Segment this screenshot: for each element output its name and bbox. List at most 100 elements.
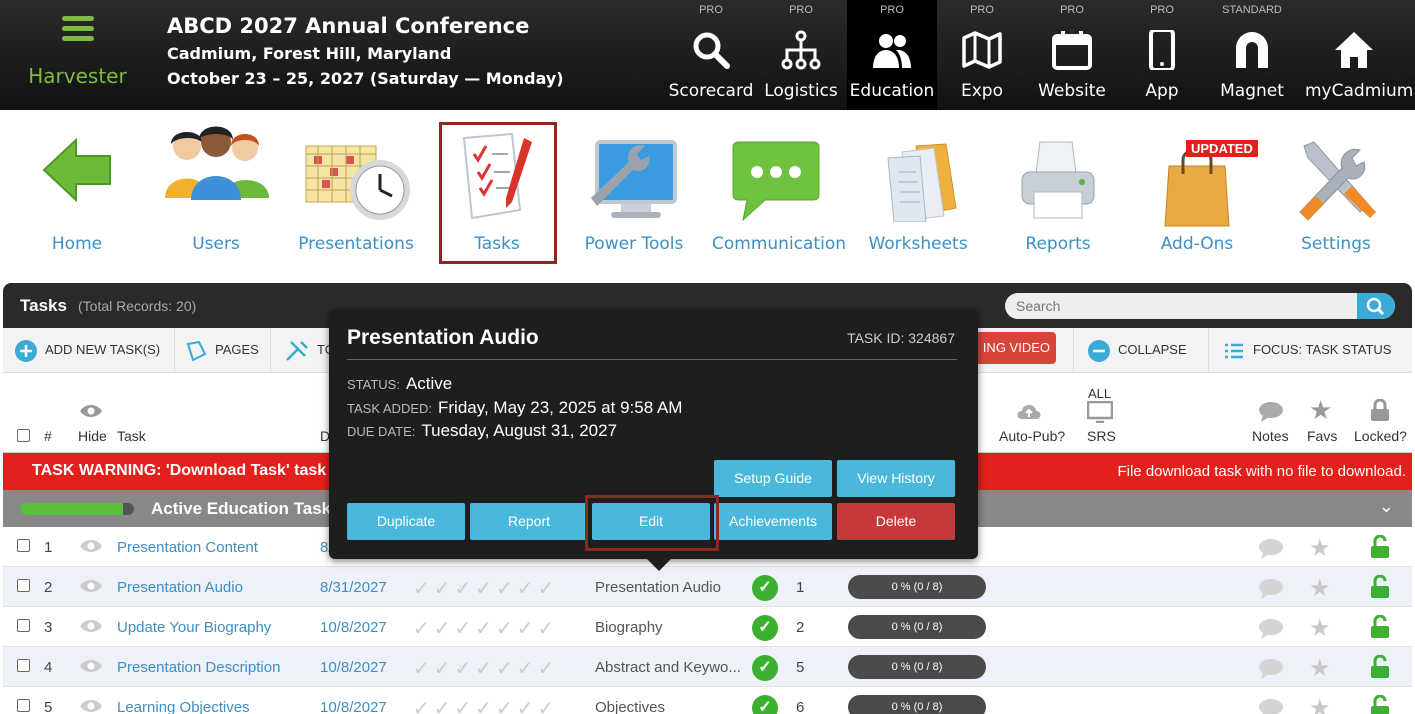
nav-users[interactable]: Users	[160, 110, 272, 280]
task-name-link[interactable]: Presentation Audio	[117, 579, 243, 596]
due-date-link[interactable]: 10/8/2027	[320, 699, 387, 714]
comment-icon[interactable]	[1258, 618, 1284, 640]
module-expo[interactable]: PRO Expo	[937, 0, 1027, 110]
comment-icon[interactable]	[1258, 698, 1284, 714]
setup-guide-button[interactable]: Setup Guide	[714, 460, 832, 497]
task-name-link[interactable]: Learning Objectives	[117, 699, 250, 714]
nav-reports[interactable]: Reports	[1002, 110, 1114, 280]
module-label: Education	[849, 81, 935, 101]
module-education[interactable]: PRO Education	[847, 0, 937, 110]
module-app[interactable]: PRO App	[1117, 0, 1207, 110]
warning-text: TASK WARNING: 'Download Task' task ('	[32, 462, 340, 479]
progress-pill: 0 % (0 / 8)	[848, 695, 986, 714]
unlock-icon[interactable]	[1370, 695, 1390, 714]
delete-button[interactable]: Delete	[837, 503, 955, 540]
nav-worksheets[interactable]: Worksheets	[862, 110, 974, 280]
star-icon[interactable]: ★	[1309, 574, 1331, 603]
tools-button[interactable]: TO	[285, 328, 335, 372]
task-name-link[interactable]: Presentation Description	[117, 659, 280, 676]
report-button[interactable]: Report	[470, 503, 588, 540]
module-website[interactable]: PRO Website	[1027, 0, 1117, 110]
search-box	[1005, 293, 1395, 319]
module-label: App	[1145, 81, 1179, 101]
due-date-link[interactable]: 10/8/2027	[320, 659, 387, 676]
col-srs[interactable]: SRS	[1087, 428, 1116, 444]
tier-label: PRO	[1060, 4, 1084, 16]
progress-pill: 0 % (0 / 8)	[848, 615, 986, 639]
page-name: Presentation Audio	[595, 579, 721, 596]
star-icon[interactable]: ★	[1309, 614, 1331, 643]
search-input[interactable]	[1005, 293, 1345, 319]
row-checkbox[interactable]	[17, 539, 30, 552]
training-video-button[interactable]: ING VIDEO	[968, 332, 1056, 364]
unlock-icon[interactable]	[1370, 535, 1390, 559]
module-magnet[interactable]: STANDARD Magnet	[1207, 0, 1297, 110]
star-icon[interactable]: ★	[1309, 534, 1331, 563]
nav-settings[interactable]: Settings	[1282, 110, 1390, 280]
col-notes[interactable]: Notes	[1252, 428, 1289, 444]
select-all-checkbox[interactable]	[17, 429, 30, 442]
unlock-icon[interactable]	[1370, 615, 1390, 639]
star-icon[interactable]: ★	[1309, 694, 1331, 714]
tools-icon	[286, 340, 308, 361]
col-task[interactable]: Task	[117, 428, 146, 444]
col-locked[interactable]: Locked?	[1354, 428, 1407, 444]
row-checkbox[interactable]	[17, 619, 30, 632]
eye-icon[interactable]	[79, 658, 103, 674]
row-number: 5	[44, 699, 53, 714]
table-row[interactable]: 4 Presentation Description 10/8/2027 ✓✓✓✓✓✓…	[3, 647, 1412, 687]
table-row[interactable]: 5 Learning Objectives 10/8/2027 ✓✓✓✓✓✓✓ Obje…	[3, 687, 1412, 714]
col-favs[interactable]: Favs	[1307, 428, 1337, 444]
due-date-link[interactable]: 8/31/2027	[320, 579, 387, 596]
due-date-link[interactable]: 10/8/2027	[320, 619, 387, 636]
comment-icon[interactable]	[1258, 578, 1284, 600]
add-new-task-button[interactable]: ADD NEW TASK(S)	[15, 328, 175, 372]
duplicate-button[interactable]: Duplicate	[347, 503, 465, 540]
unlock-icon[interactable]	[1370, 655, 1390, 679]
updated-badge: UPDATED	[1186, 140, 1258, 157]
unlock-icon[interactable]	[1370, 575, 1390, 599]
achievements-button[interactable]: Achievements	[714, 503, 832, 540]
plus-circle-icon	[15, 339, 37, 362]
nav-label: Home	[51, 234, 103, 254]
hamburger-icon[interactable]	[62, 16, 94, 46]
eye-icon[interactable]	[79, 618, 103, 634]
app-name: Harvester	[28, 64, 127, 88]
nav-add-ons[interactable]: UPDATED Add-Ons	[1146, 110, 1258, 280]
row-checkbox[interactable]	[17, 659, 30, 672]
module-mycadmium[interactable]: myCadmium	[1305, 0, 1413, 110]
table-row[interactable]: 2 Presentation Audio 8/31/2027 ✓✓✓✓✓✓✓ Prese…	[3, 567, 1412, 607]
nav-presentations[interactable]: Presentations	[295, 110, 417, 280]
col-autopub[interactable]: Auto-Pub?	[999, 428, 1065, 444]
harvester-menu[interactable]: Harvester	[0, 0, 155, 110]
task-name-link[interactable]: Update Your Biography	[117, 619, 271, 636]
eye-icon[interactable]	[79, 578, 103, 594]
conference-dates: October 23 – 25, 2027 (Saturday — Monday…	[167, 69, 564, 88]
row-checkbox[interactable]	[17, 579, 30, 592]
eye-icon[interactable]	[79, 538, 103, 554]
row-checkbox[interactable]	[17, 699, 30, 712]
tasks-highlight-box	[439, 122, 557, 264]
col-hide[interactable]: Hide	[78, 428, 107, 444]
progress-pill: 0 % (0 / 8)	[848, 575, 986, 599]
nav-home[interactable]: Home	[27, 110, 127, 280]
pages-button[interactable]: PAGES	[185, 328, 271, 372]
phone-icon	[1149, 30, 1175, 70]
tier-label: PRO	[970, 4, 994, 16]
module-logistics[interactable]: PRO Logistics	[756, 0, 846, 110]
collapse-all-button[interactable]: COLLAPSE ALL	[1073, 328, 1209, 401]
chevron-down-icon[interactable]: ⌄	[1379, 496, 1394, 517]
star-icon[interactable]: ★	[1309, 654, 1331, 683]
eye-icon[interactable]	[79, 698, 103, 714]
nav-communication[interactable]: Communication	[712, 110, 846, 280]
nav-power-tools[interactable]: Power Tools	[578, 110, 690, 280]
comment-icon[interactable]	[1258, 538, 1284, 560]
view-history-button[interactable]: View History	[837, 460, 955, 497]
comment-icon[interactable]	[1258, 658, 1284, 680]
search-button[interactable]	[1357, 293, 1395, 319]
focus-task-status-button[interactable]: FOCUS: TASK STATUS	[1225, 328, 1412, 372]
table-row[interactable]: 3 Update Your Biography 10/8/2027 ✓✓✓✓✓✓✓ Bi…	[3, 607, 1412, 647]
group-progress-fill	[20, 503, 123, 515]
task-name-link[interactable]: Presentation Content	[117, 539, 258, 556]
module-scorecard[interactable]: PRO Scorecard	[666, 0, 756, 110]
